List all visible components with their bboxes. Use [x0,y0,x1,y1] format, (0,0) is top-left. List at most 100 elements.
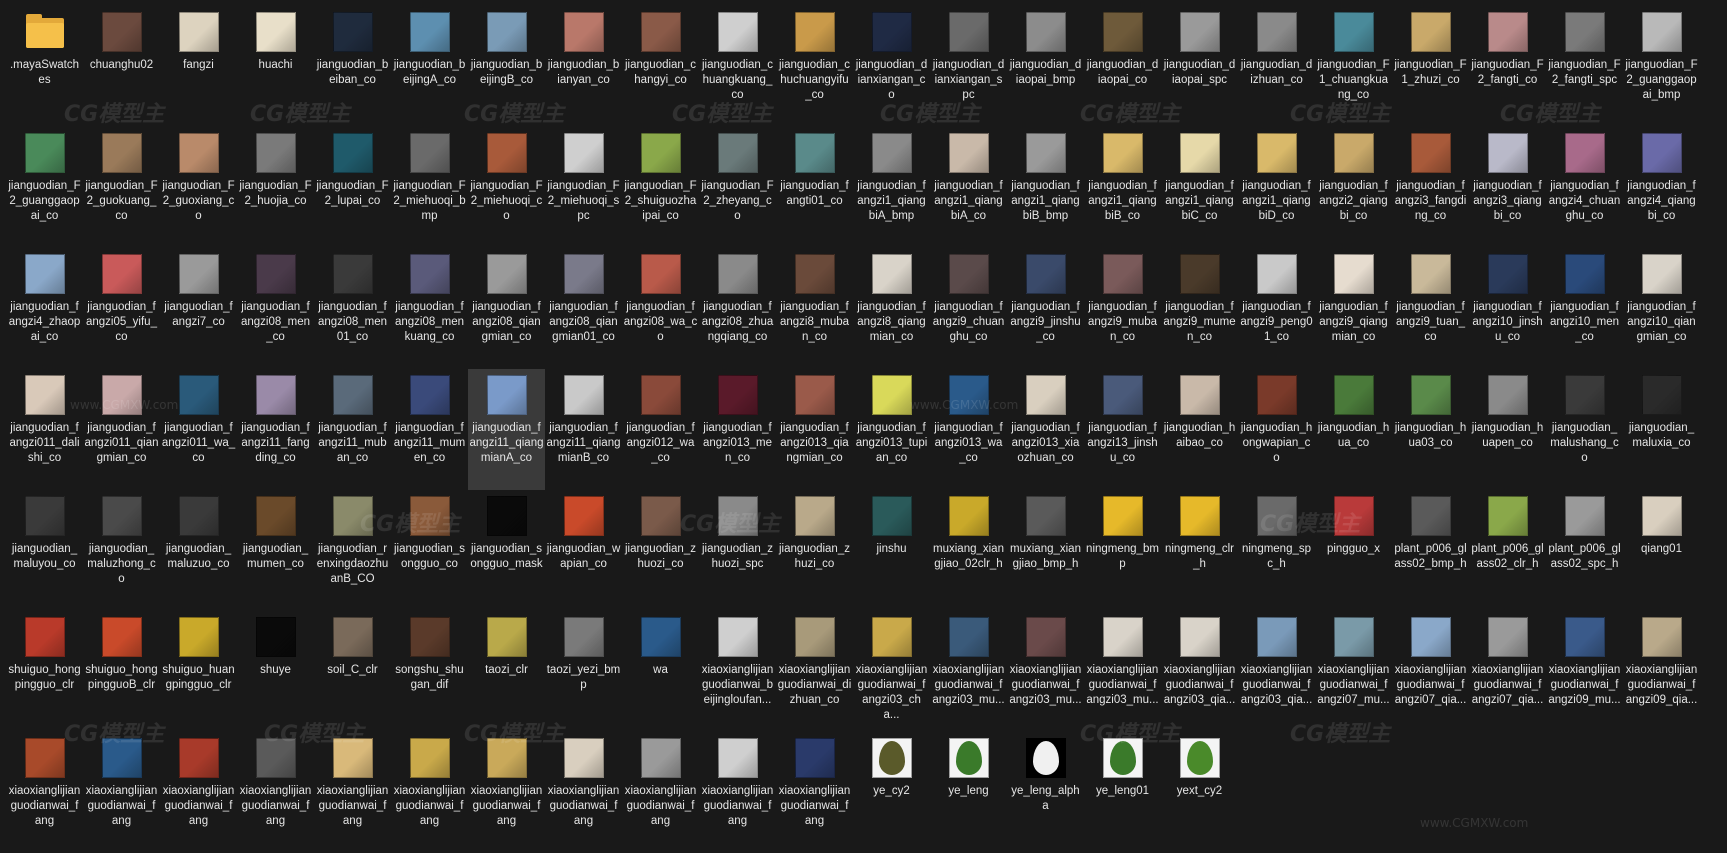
file-item[interactable]: yext_cy2 [1161,732,1238,853]
file-item[interactable]: xiaoxianglijianguodianwai_fangzi07_mu... [1315,611,1392,732]
file-item[interactable]: jianguodian_fangzi9_jinshu_co [1007,248,1084,369]
file-item[interactable]: jianguodian_F2_guanggaopai_co [6,127,83,248]
file-item[interactable]: jianguodian_maluxia_co [1623,369,1700,490]
file-item[interactable]: jianguodian_maluyou_co [6,490,83,611]
file-item[interactable]: ningmeng_bmp [1084,490,1161,611]
file-item[interactable]: jianguodian_fangzi011_dalishi_co [6,369,83,490]
file-item[interactable]: xiaoxianglijianguodianwai_fang [6,732,83,853]
file-item[interactable]: jianguodian_dianxiangan_spc [930,6,1007,127]
file-item[interactable]: plant_p006_glass02_bmp_h [1392,490,1469,611]
file-item[interactable]: jianguodian_chuangkuang_co [699,6,776,127]
file-item[interactable]: xiaoxianglijianguodianwai_fang [622,732,699,853]
file-item[interactable]: jianguodian_beijingA_co [391,6,468,127]
file-item[interactable]: xiaoxianglijianguodianwai_fangzi03_cha..… [853,611,930,732]
file-item[interactable]: jianguodian_F2_fangti_co [1469,6,1546,127]
file-item[interactable]: jianguodian_fangzi013_tupian_co [853,369,930,490]
file-item[interactable]: xiaoxianglijianguodianwai_fangzi03_mu... [1007,611,1084,732]
file-item[interactable]: jianguodian_fangzi10_qiangmian_co [1623,248,1700,369]
file-item[interactable]: jianguodian_fangzi9_qiangmian_co [1315,248,1392,369]
file-item[interactable]: jianguodian_beiban_co [314,6,391,127]
file-item[interactable]: jianguodian_fangzi11_muban_co [314,369,391,490]
file-item[interactable]: jianguodian_F2_miehuoqi_spc [545,127,622,248]
file-item[interactable]: xiaoxianglijianguodianwai_fang [314,732,391,853]
file-item[interactable]: jianguodian_fangzi2_qiangbi_co [1315,127,1392,248]
file-item[interactable]: jianguodian_F1_zhuzi_co [1392,6,1469,127]
file-item[interactable]: jianguodian_fangzi08_menkuang_co [391,248,468,369]
file-item[interactable]: jianguodian_fangti01_co [776,127,853,248]
file-item[interactable]: xiaoxianglijianguodianwai_fangzi03_mu... [1084,611,1161,732]
file-item[interactable]: jianguodian_fangzi012_wa_co [622,369,699,490]
file-item[interactable]: jianguodian_fangzi3_fangding_co [1392,127,1469,248]
file-item[interactable]: jianguodian_zhuozi_co [622,490,699,611]
file-item[interactable]: jianguodian_F2_miehuoqi_bmp [391,127,468,248]
file-item[interactable]: jianguodian_hongwapian_co [1238,369,1315,490]
file-item[interactable]: jianguodian_F2_miehuoqi_co [468,127,545,248]
file-item[interactable]: muxiang_xiangjiao_bmp_h [1007,490,1084,611]
file-item[interactable]: plant_p006_glass02_spc_h [1546,490,1623,611]
file-item[interactable]: jianguodian_fangzi10_jinshu_co [1469,248,1546,369]
file-item[interactable]: muxiang_xiangjiao_02clr_h [930,490,1007,611]
file-item[interactable]: taozi_clr [468,611,545,732]
file-item[interactable]: jianguodian_zhuzi_co [776,490,853,611]
file-item[interactable]: ningmeng_spc_h [1238,490,1315,611]
file-item[interactable]: jianguodian_fangzi013_xiaozhuan_co [1007,369,1084,490]
file-item[interactable]: jianguodian_changyi_co [622,6,699,127]
file-item[interactable]: ye_leng_alpha [1007,732,1084,853]
file-item[interactable]: jianguodian_fangzi9_chuanghu_co [930,248,1007,369]
file-item[interactable]: jianguodian_fangzi05_yifu_co [83,248,160,369]
file-item[interactable]: jianguodian_beijingB_co [468,6,545,127]
file-item[interactable]: songshu_shugan_dif [391,611,468,732]
file-item[interactable]: jianguodian_fangzi9_peng01_co [1238,248,1315,369]
file-item[interactable]: jianguodian_fangzi1_qiangbiA_bmp [853,127,930,248]
file-item[interactable]: xiaoxianglijianguodianwai_fangzi03_mu... [930,611,1007,732]
file-item[interactable]: jianguodian_fangzi011_qiangmian_co [83,369,160,490]
file-item[interactable]: xiaoxianglijianguodianwai_fang [545,732,622,853]
file-item[interactable]: jianguodian_fangzi4_chuanghu_co [1546,127,1623,248]
file-item[interactable]: xiaoxianglijianguodianwai_fangzi07_qia..… [1392,611,1469,732]
file-item[interactable]: jianguodian_fangzi3_qiangbi_co [1469,127,1546,248]
file-item[interactable]: jianguodian_fangzi08_men01_co [314,248,391,369]
file-item[interactable]: jianguodian_chuchuangyifu_co [776,6,853,127]
file-item[interactable]: jianguodian_F2_guanggaopai_bmp [1623,6,1700,127]
file-item[interactable]: jianguodian_fangzi08_men_co [237,248,314,369]
file-item[interactable]: jianguodian_F2_fangti_spc [1546,6,1623,127]
file-item[interactable]: ye_leng [930,732,1007,853]
file-item[interactable]: jianguodian_F2_guoxiang_co [160,127,237,248]
file-item[interactable]: jianguodian_hua_co [1315,369,1392,490]
file-item[interactable]: shuiguo_huangpingguo_clr [160,611,237,732]
file-item[interactable]: jianguodian_dianxiangan_co [853,6,930,127]
file-item[interactable]: jianguodian_fangzi08_qiangmian01_co [545,248,622,369]
file-item[interactable]: jianguodian_fangzi11_qiangmianB_co [545,369,622,490]
file-item[interactable]: xiaoxianglijianguodianwai_fangzi03_qia..… [1238,611,1315,732]
file-item[interactable]: jianguodian_fangzi13_jinshu_co [1084,369,1161,490]
file-item[interactable]: jianguodian_diaopai_spc [1161,6,1238,127]
file-item[interactable]: jianguodian_fangzi4_zhaopai_co [6,248,83,369]
file-item[interactable]: jianguodian_fangzi013_wa_co [930,369,1007,490]
file-item[interactable]: jinshu [853,490,930,611]
file-item[interactable]: jianguodian_F2_huojia_co [237,127,314,248]
file-item[interactable]: jianguodian_maluzuo_co [160,490,237,611]
folder-item[interactable]: .mayaSwatches [6,6,83,127]
file-item[interactable]: xiaoxianglijianguodianwai_fang [160,732,237,853]
file-item[interactable]: jianguodian_fangzi1_qiangbiC_co [1161,127,1238,248]
file-item[interactable]: jianguodian_fangzi013_qiangmian_co [776,369,853,490]
file-item[interactable]: jianguodian_fangzi1_qiangbiB_co [1084,127,1161,248]
file-item[interactable]: jianguodian_fangzi08_zhuangqiang_co [699,248,776,369]
file-item[interactable]: jianguodian_fangzi9_muban_co [1084,248,1161,369]
file-item[interactable]: jianguodian_fangzi11_qiangmianA_co [468,369,545,490]
file-item[interactable]: jianguodian_fangzi1_qiangbiA_co [930,127,1007,248]
file-item[interactable]: jianguodian_F2_guokuang_co [83,127,160,248]
file-item[interactable]: jianguodian_dizhuan_co [1238,6,1315,127]
file-item[interactable]: jianguodian_fangzi08_qiangmian_co [468,248,545,369]
file-item[interactable]: xiaoxianglijianguodianwai_fangzi03_qia..… [1161,611,1238,732]
file-item[interactable]: jianguodian_diaopai_bmp [1007,6,1084,127]
file-item[interactable]: jianguodian_F2_zheyang_co [699,127,776,248]
file-item[interactable]: jianguodian_fangzi7_co [160,248,237,369]
file-item[interactable]: jianguodian_zhuozi_spc [699,490,776,611]
file-item[interactable]: jianguodian_fangzi8_qiangmian_co [853,248,930,369]
file-item[interactable]: xiaoxianglijianguodianwai_fang [83,732,160,853]
file-item[interactable]: qiang01 [1623,490,1700,611]
file-item[interactable]: xiaoxianglijianguodianwai_fang [699,732,776,853]
file-item[interactable]: jianguodian_fangzi8_muban_co [776,248,853,369]
file-item[interactable]: xiaoxianglijianguodianwai_fangzi09_qia..… [1623,611,1700,732]
